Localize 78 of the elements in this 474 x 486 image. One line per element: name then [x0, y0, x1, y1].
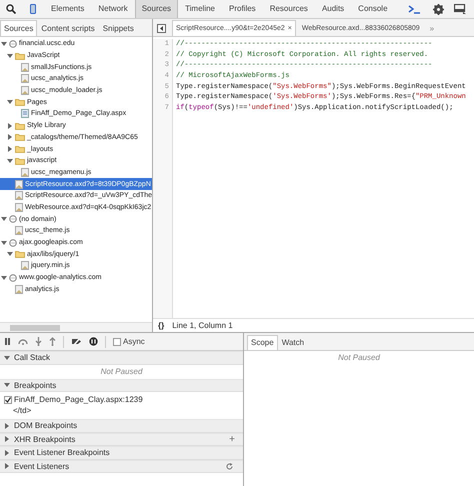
file-icon — [15, 202, 23, 212]
search-icon[interactable] — [6, 4, 16, 14]
sidebar-tab[interactable]: Watch — [278, 335, 308, 350]
globe-icon — [9, 238, 17, 247]
section-header[interactable]: Breakpoints — [0, 378, 243, 392]
folder-icon — [15, 98, 25, 106]
globe-icon — [9, 40, 17, 48]
panel-tab[interactable]: Timeline — [178, 0, 222, 18]
triangle-icon[interactable] — [7, 146, 13, 152]
triangle-icon[interactable] — [4, 422, 10, 429]
scrollbar-thumb[interactable] — [10, 324, 60, 330]
sidebar-tab[interactable]: Scope — [247, 335, 278, 350]
section-header[interactable]: Event Listeners — [0, 460, 243, 473]
cursor-position: Line 1, Column 1 — [172, 321, 233, 330]
triangle-icon[interactable] — [4, 436, 10, 442]
panel-tab[interactable]: Network — [91, 0, 135, 18]
file-icon — [21, 74, 29, 84]
panel-tab[interactable]: Audits — [314, 0, 352, 18]
section-header[interactable]: Call Stack — [0, 351, 243, 364]
triangle-icon[interactable] — [1, 274, 7, 281]
triangle-icon[interactable] — [7, 52, 13, 59]
file-icon — [15, 180, 23, 189]
pause-icon[interactable] — [4, 338, 11, 345]
mobile-device-icon[interactable] — [30, 4, 36, 14]
section-header[interactable]: DOM Breakpoints — [0, 419, 243, 432]
triangle-icon[interactable] — [4, 450, 10, 456]
async-checkbox[interactable]: Async — [113, 337, 145, 346]
triangle-icon[interactable] — [1, 240, 7, 246]
status-message: Not Paused — [337, 352, 381, 364]
triangle-icon[interactable] — [1, 40, 7, 47]
triangle-icon[interactable] — [7, 251, 13, 258]
file-icon — [15, 226, 23, 236]
triangle-icon[interactable] — [7, 158, 13, 164]
file-icon — [21, 86, 29, 96]
navigator-tab[interactable]: Content scripts — [37, 20, 99, 36]
step-out-icon[interactable] — [49, 337, 56, 346]
document-icon — [21, 109, 29, 118]
file-icon — [21, 261, 29, 270]
globe-icon — [9, 215, 17, 224]
status-message: Not Paused — [100, 366, 144, 378]
navigator-tab[interactable]: Snippets — [98, 20, 138, 36]
panel-tab[interactable]: Profiles — [222, 0, 263, 18]
pause-on-exceptions-icon[interactable] — [89, 337, 98, 346]
panel-tab[interactable]: Resources — [262, 0, 315, 18]
dock-icon[interactable] — [454, 4, 466, 14]
section-header[interactable]: XHR Breakpoints + — [0, 432, 243, 446]
check-icon — [5, 396, 11, 402]
file-icon — [21, 62, 29, 72]
checkbox[interactable] — [4, 396, 12, 404]
triangle-icon[interactable] — [1, 216, 7, 222]
add-button[interactable]: + — [229, 434, 243, 445]
navigator-tab[interactable]: Sources — [0, 20, 38, 36]
breakpoint-item[interactable]: FinAff_Demo_Page_Clay.aspx:1239 — [4, 395, 239, 404]
deactivate-breakpoints-icon[interactable] — [71, 337, 82, 346]
section-header[interactable]: Event Listener Breakpoints — [0, 446, 243, 460]
step-over-icon[interactable] — [18, 338, 28, 345]
folder-icon — [15, 250, 25, 258]
console-drawer-icon[interactable] — [408, 4, 420, 14]
triangle-icon[interactable] — [4, 354, 10, 361]
file-icon — [15, 284, 23, 294]
globe-icon — [9, 274, 17, 282]
breakpoint-code: </td> — [12, 406, 32, 415]
settings-icon[interactable] — [433, 4, 444, 14]
panel-tab[interactable]: Elements — [44, 0, 92, 18]
triangle-icon[interactable] — [7, 134, 13, 140]
triangle-icon[interactable] — [4, 382, 10, 388]
refresh-icon[interactable] — [226, 462, 233, 470]
pretty-print-button[interactable]: {} — [158, 321, 164, 330]
triangle-icon[interactable] — [4, 463, 10, 470]
navigator-toggle-icon[interactable] — [157, 24, 166, 33]
step-into-icon[interactable] — [35, 337, 42, 346]
panel-tab[interactable]: Console — [351, 0, 395, 18]
triangle-icon[interactable] — [7, 122, 13, 129]
folder-icon — [15, 52, 25, 60]
triangle-icon[interactable] — [7, 99, 13, 106]
panel-tab[interactable]: Sources — [134, 0, 178, 18]
file-icon — [15, 191, 23, 200]
file-icon — [21, 168, 29, 177]
